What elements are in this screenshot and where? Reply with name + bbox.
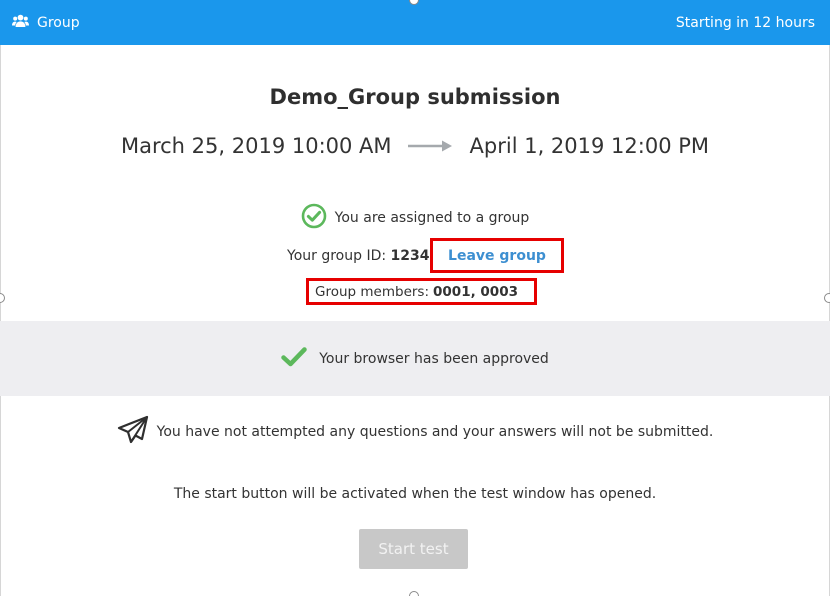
test-window-dates: March 25, 2019 10:00 AM April 1, 2019 12…	[0, 134, 830, 158]
start-test-button[interactable]: Start test	[359, 529, 468, 569]
group-id-value: 1234	[390, 248, 430, 264]
group-members-value: 0001, 0003	[433, 283, 518, 300]
group-icon	[12, 14, 29, 32]
browser-approved-banner: Your browser has been approved	[0, 321, 830, 396]
top-bar: Group Starting in 12 hours	[0, 0, 830, 45]
group-id-label: Your group ID:	[287, 248, 387, 264]
group-members-highlight: Group members: 0001, 0003	[306, 278, 537, 305]
group-header: Group	[12, 13, 80, 33]
resize-handle-right[interactable]	[824, 293, 830, 303]
warning-text: You have not attempted any questions and…	[156, 424, 714, 440]
unanswered-warning: You have not attempted any questions and…	[0, 415, 830, 449]
leave-group-link[interactable]: Leave group	[448, 248, 546, 264]
check-circle-icon	[301, 203, 327, 233]
browser-approved-text: Your browser has been approved	[319, 350, 549, 367]
group-header-label: Group	[37, 15, 80, 31]
assigned-text: You are assigned to a group	[334, 210, 530, 226]
resize-handle-bottom[interactable]	[409, 591, 419, 596]
checkmark-icon	[281, 346, 307, 371]
start-date: March 25, 2019 10:00 AM	[120, 134, 392, 158]
arrow-right-icon	[407, 140, 452, 152]
paper-plane-icon	[117, 415, 149, 449]
group-assignment-status: You are assigned to a group	[0, 203, 830, 233]
end-date: April 1, 2019 12:00 PM	[469, 134, 710, 158]
start-hint: The start button will be activated when …	[173, 486, 657, 502]
leave-group-highlight: Leave group	[430, 238, 564, 273]
page-title: Demo_Group submission	[269, 85, 561, 109]
group-members-label: Group members:	[315, 283, 430, 300]
start-countdown: Starting in 12 hours	[675, 15, 815, 31]
group-id: Your group ID: 1234	[287, 246, 430, 266]
